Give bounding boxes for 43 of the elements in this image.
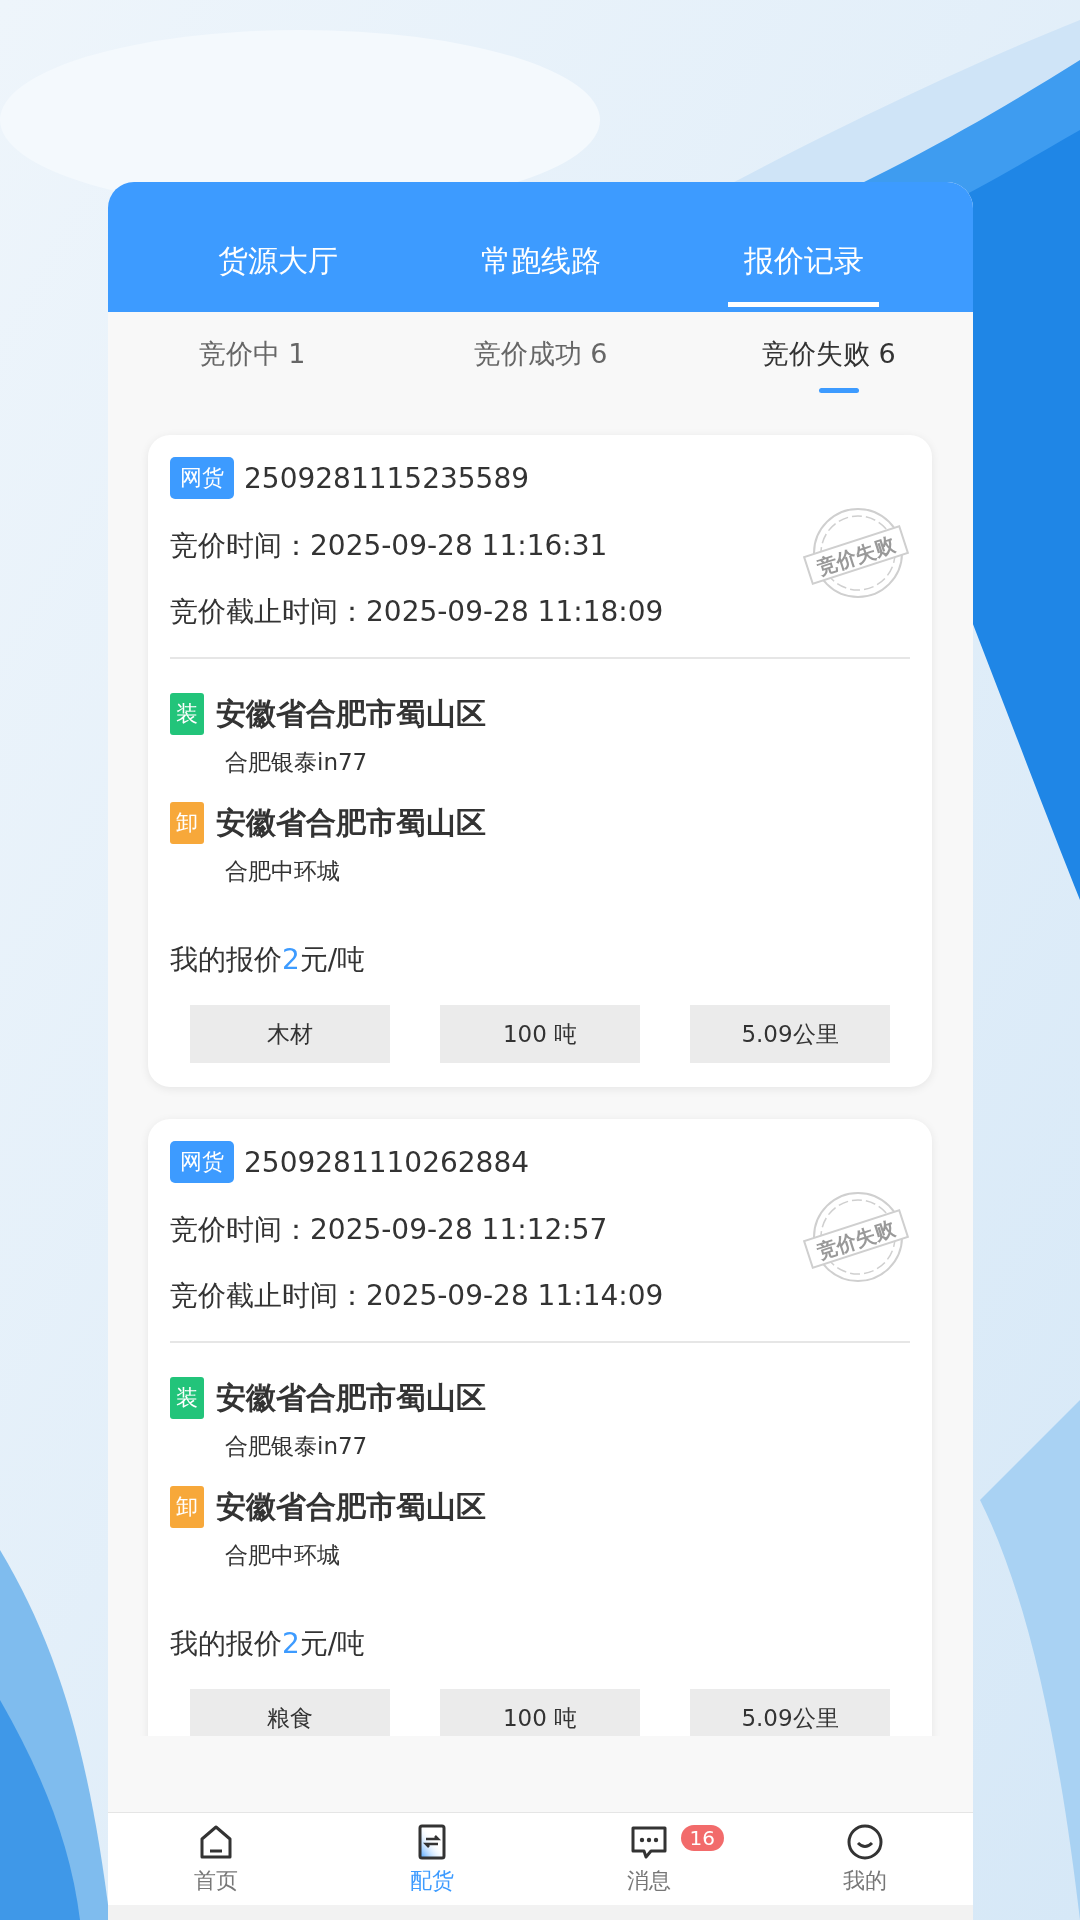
type-tag: 网货	[170, 457, 234, 499]
cargo-chip: 粮食	[190, 1689, 390, 1736]
bid-time: 竞价时间：2025-09-28 11:12:57	[170, 1212, 608, 1248]
stamp-drawing: 竞价失败	[800, 1189, 912, 1285]
stop-badge: 卸	[170, 802, 204, 844]
cargo-chip: 100 吨	[440, 1005, 640, 1063]
top-tab[interactable]: 货源大厅	[146, 182, 409, 312]
top-tab[interactable]: 常跑线路	[409, 182, 672, 312]
top-tab[interactable]: 报价记录	[672, 182, 935, 312]
stop-badge: 装	[170, 693, 204, 735]
stop-address: 安徽省合肥市蜀山区	[216, 694, 486, 733]
stop-address: 安徽省合肥市蜀山区	[216, 1487, 486, 1526]
status-tab[interactable]: 竞价中 1	[108, 312, 397, 400]
cargo-chip: 5.09公里	[690, 1689, 890, 1736]
stop-detail: 合肥银泰in77	[225, 748, 369, 777]
unread-badge: 16	[680, 1825, 724, 1851]
deadline-time: 竞价截止时间：2025-09-28 11:14:09	[170, 1278, 664, 1314]
status-tab[interactable]: 竞价成功 6	[396, 312, 685, 400]
order-number: 2509281110262884	[244, 1145, 530, 1179]
cargo-chip: 5.09公里	[690, 1005, 890, 1063]
cargo-chip: 木材	[190, 1005, 390, 1063]
type-tag: 网货	[170, 1141, 234, 1183]
stop-address: 安徽省合肥市蜀山区	[216, 803, 486, 842]
stop-detail: 合肥银泰in77	[225, 1432, 369, 1461]
stop-badge: 装	[170, 1377, 204, 1419]
nav-item[interactable]: 首页	[108, 1813, 325, 1905]
stop-detail: 合肥中环城	[225, 857, 341, 886]
stop-badge: 卸	[170, 1486, 204, 1528]
my-quote: 我的报价2元/吨	[170, 942, 367, 978]
order-number: 2509281115235589	[244, 461, 530, 495]
stamp-drawing: 竞价失败	[800, 505, 912, 601]
nav-item[interactable]: 我的	[756, 1813, 973, 1905]
nav-item[interactable]: 配货	[324, 1813, 541, 1905]
order-card[interactable]: 网货 2509281115235589 竞价时间：2025-09-28 11:16:31 竞价截止时间：2025-09-28 11:18:09 竞价失败 装 安徽省合肥市蜀山区 合肥银泰in77 卸 安徽省合肥市蜀山区 合肥中环城 我的报价2元/吨 木材 100 吨 5.09公里	[148, 435, 932, 1087]
nav-item[interactable]: 消息 16	[540, 1813, 757, 1905]
stop-address: 安徽省合肥市蜀山区	[216, 1378, 486, 1417]
my-quote: 我的报价2元/吨	[170, 1626, 367, 1662]
order-card[interactable]: 网货 2509281110262884 竞价时间：2025-09-28 11:12:57 竞价截止时间：2025-09-28 11:14:09 竞价失败 装 安徽省合肥市蜀山区 合肥银泰in77 卸 安徽省合肥市蜀山区 合肥中环城 我的报价2元/吨 粮食 100 吨 5.09公里	[148, 1119, 932, 1736]
status-tab[interactable]: 竞价失败 6	[684, 312, 973, 400]
cargo-chip: 100 吨	[440, 1689, 640, 1736]
bid-time: 竞价时间：2025-09-28 11:16:31	[170, 528, 608, 564]
deadline-time: 竞价截止时间：2025-09-28 11:18:09	[170, 594, 664, 630]
stop-detail: 合肥中环城	[225, 1541, 341, 1570]
